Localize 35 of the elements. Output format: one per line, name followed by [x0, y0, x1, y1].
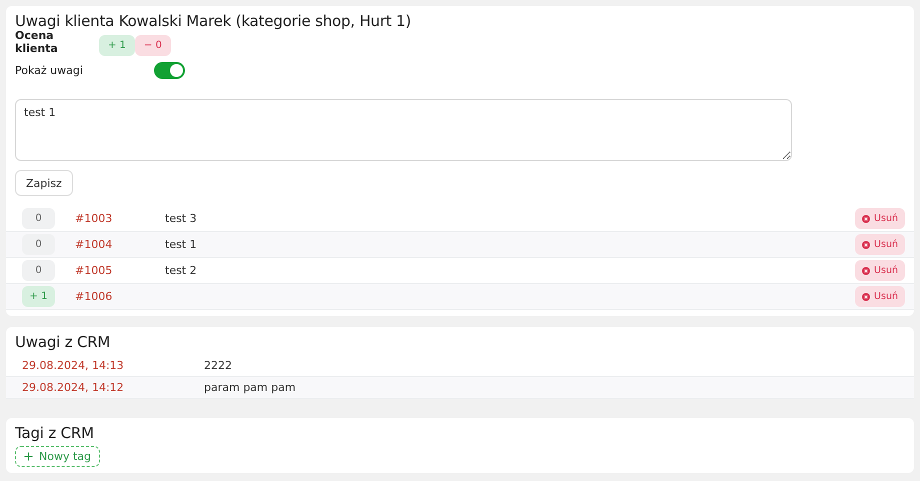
note-text: test 1: [165, 238, 197, 251]
section-title: Tagi z CRM: [15, 424, 95, 442]
note-field[interactable]: test 1: [15, 99, 792, 161]
order-link[interactable]: #1006: [75, 290, 165, 303]
section-title: Uwagi z CRM: [15, 333, 112, 351]
show-notes-label: Pokaż uwagi: [15, 64, 84, 76]
rating-label: Ocena klienta: [15, 29, 58, 55]
dislike-button[interactable]: − 0: [134, 34, 171, 56]
score-badge: 0: [22, 208, 55, 229]
delete-button[interactable]: Usuń: [855, 234, 905, 255]
new-tag-button[interactable]: Nowy tag: [15, 446, 100, 467]
close-icon: [862, 214, 870, 222]
order-link[interactable]: #1004: [75, 238, 165, 251]
close-icon: [862, 266, 870, 274]
note-text: param pam pam: [204, 381, 296, 394]
score-badge: 0: [22, 260, 55, 281]
like-button[interactable]: + 1: [99, 34, 135, 56]
delete-button[interactable]: Usuń: [855, 260, 905, 281]
delete-button[interactable]: Usuń: [855, 208, 905, 229]
order-link[interactable]: #1003: [75, 212, 165, 225]
save-button[interactable]: Zapisz: [15, 170, 73, 196]
score-badge: + 1: [22, 286, 55, 307]
plus-icon: [24, 452, 33, 461]
note-text: 2222: [204, 359, 232, 372]
note-text: test 3: [165, 212, 197, 225]
note-date: 29.08.2024, 14:12: [22, 381, 125, 394]
note-date: 29.08.2024, 14:13: [22, 359, 125, 372]
section-title: Uwagi klienta Kowalski Marek (kategorie shop, Hurt 1): [15, 12, 412, 30]
note-text: test 2: [165, 264, 197, 277]
score-badge: 0: [22, 234, 55, 255]
delete-button[interactable]: Usuń: [855, 286, 905, 307]
close-icon: [862, 240, 870, 248]
close-icon: [862, 292, 870, 300]
order-link[interactable]: #1005: [75, 264, 165, 277]
toggle-switch[interactable]: [154, 62, 185, 78]
